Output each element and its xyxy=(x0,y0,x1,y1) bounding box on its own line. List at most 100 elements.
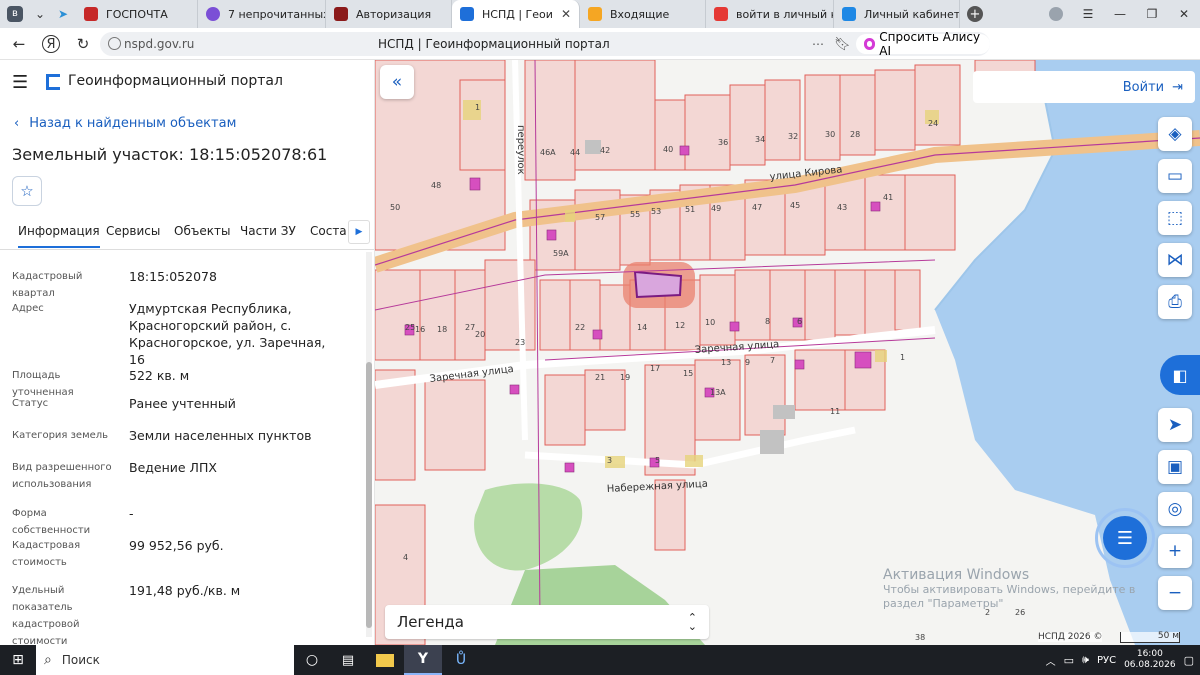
house-number: 53 xyxy=(651,207,661,216)
login-button[interactable]: Войти ⇥ xyxy=(973,71,1195,103)
tab-composition[interactable]: Состав xyxy=(310,224,346,238)
field-value: Земли населенных пунктов xyxy=(129,428,312,443)
close-window-button[interactable]: ✕ xyxy=(1168,0,1200,28)
tab-personal-cabinet[interactable]: Личный кабинет xyxy=(834,0,960,28)
language-indicator[interactable]: РУС xyxy=(1097,655,1116,666)
house-number: 30 xyxy=(825,130,835,139)
tab-label: Личный кабинет xyxy=(864,7,960,21)
tab-services[interactable]: Сервисы xyxy=(106,224,160,238)
feedback-icon: ◧ xyxy=(1172,365,1188,385)
more-icon[interactable]: ⋯ xyxy=(812,37,824,51)
collapse-panel-button[interactable]: « xyxy=(380,65,414,99)
location-pin-button[interactable]: ◎ xyxy=(1158,492,1192,526)
menu-icon: ☰ xyxy=(1082,7,1094,21)
favorite-button[interactable]: ☆ xyxy=(12,176,42,206)
minimize-button[interactable]: — xyxy=(1104,0,1136,28)
house-number: 7 xyxy=(770,356,775,365)
taskbar-search[interactable]: ⌕ Поиск xyxy=(36,645,294,675)
tab-yandex-search[interactable]: войти в личный каб xyxy=(706,0,834,28)
chevron-left-icon: ‹ xyxy=(14,116,20,131)
house-number: 41 xyxy=(883,193,893,202)
house-number: 27 xyxy=(465,323,475,332)
gosuslugi-button[interactable]: ◧ xyxy=(1160,355,1200,395)
cortana-button[interactable]: ○ xyxy=(294,652,330,668)
select-area-button[interactable]: ⬚ xyxy=(1158,201,1192,235)
watermark-title: Активация Windows xyxy=(883,567,1030,583)
circle-icon: ○ xyxy=(305,652,319,668)
print-icon: ⎙ xyxy=(1168,292,1182,312)
close-tab-icon[interactable]: ✕ xyxy=(561,7,571,21)
navigation-arrow-icon: ➤ xyxy=(1167,415,1183,435)
new-tab-button[interactable]: + xyxy=(960,0,990,28)
back-button[interactable]: ← xyxy=(4,29,34,59)
expand-icon: ⌃ ⌄ xyxy=(687,611,697,633)
house-number: 36 xyxy=(718,138,728,147)
browser-menu-button[interactable]: в xyxy=(0,0,30,28)
field-value: 99 952,56 руб. xyxy=(129,538,224,553)
tabs-scroll-right-button[interactable]: ▶ xyxy=(348,220,370,244)
explorer-button[interactable] xyxy=(366,645,404,675)
field-value: 191,48 руб./кв. м xyxy=(129,583,241,598)
chevron-down-icon: ⌄ xyxy=(34,7,46,21)
app-button[interactable]: Ů xyxy=(442,645,480,675)
tab-inbox[interactable]: Входящие xyxy=(580,0,706,28)
chat-button[interactable]: ☰ xyxy=(1095,508,1155,568)
mail-icon xyxy=(588,7,602,21)
yandex-button[interactable]: Я xyxy=(36,29,66,59)
tab-objects[interactable]: Объекты xyxy=(174,224,230,238)
tray-expand-icon[interactable]: ︿ xyxy=(1046,653,1056,668)
tab-nspd[interactable]: НСПД | Геоинфор ✕ xyxy=(452,0,580,28)
url-field[interactable]: nspd.gov.ru НСПД | Геоинформационный пор… xyxy=(100,30,990,58)
reload-button[interactable]: ↻ xyxy=(68,29,98,59)
tab-label: Авторизация xyxy=(356,7,432,21)
lane xyxy=(512,60,528,441)
url-text: nspd.gov.ru xyxy=(124,37,195,51)
cadastral-map[interactable]: 146А 44 42 4036 34 32 30 2824485057 55 53 51 49 47 45… xyxy=(375,60,1200,645)
legend-button[interactable]: Легенда ⌃ ⌄ xyxy=(385,605,709,639)
house-number: 38 xyxy=(915,633,925,642)
map-view[interactable]: 1 46А 44 42 40 36 34 32 30 28 24 48 50 57 55 53 51 49 47 45… xyxy=(375,60,1200,645)
nspd-icon xyxy=(460,7,474,21)
scrollbar-thumb[interactable] xyxy=(366,362,372,628)
tab-messenger[interactable]: 7 непрочитанных ча xyxy=(198,0,326,28)
bookmark-icon[interactable]: 🔖︎ xyxy=(834,37,851,52)
back-link[interactable]: ‹ Назад к найденным объектам xyxy=(14,116,236,131)
yandex-browser-button[interactable]: Y xyxy=(404,645,442,675)
start-button[interactable]: ⊞ xyxy=(0,645,36,675)
window-menu-button[interactable]: ☰ xyxy=(1072,0,1104,28)
print-button[interactable]: ⎙ xyxy=(1158,285,1192,319)
geolocation-button[interactable]: ➤ xyxy=(1158,408,1192,442)
house-number: 10 xyxy=(705,318,715,327)
task-view-button[interactable]: ▤ xyxy=(330,653,366,668)
zoom-out-button[interactable]: − xyxy=(1158,576,1192,610)
restore-button[interactable]: ❐ xyxy=(1136,0,1168,28)
notifications-icon[interactable]: ▢ xyxy=(1184,654,1194,667)
house-number: 13 xyxy=(721,358,731,367)
hamburger-menu-button[interactable]: ☰ xyxy=(12,72,28,93)
volume-icon[interactable]: 🕪︎ xyxy=(1082,653,1089,667)
zoom-in-button[interactable]: + xyxy=(1158,534,1192,568)
network-icon[interactable]: ▭ xyxy=(1064,654,1074,667)
tab-gospochta[interactable]: ГОСПОЧТА xyxy=(76,0,198,28)
house-number: 6 xyxy=(797,317,802,326)
tab-parts[interactable]: Части ЗУ xyxy=(240,224,296,238)
alice-button[interactable]: Спросить Алису AI xyxy=(856,30,990,58)
browser-logo-icon: в xyxy=(7,6,23,22)
tab-authorization[interactable]: Авторизация xyxy=(326,0,452,28)
profile-button[interactable] xyxy=(1040,0,1072,28)
site-info-icon xyxy=(108,37,121,50)
panel-scrollbar[interactable] xyxy=(366,252,372,637)
tab-list-button[interactable]: ⌄ xyxy=(30,0,50,28)
telegram-pinned-tab[interactable]: ➤ xyxy=(50,0,76,28)
picture-in-picture-button[interactable]: ▣ xyxy=(1158,450,1192,484)
yandex-icon: Я xyxy=(42,35,60,53)
field-label: Удельный показатель кадастровой стоимост… xyxy=(12,585,80,645)
clock[interactable]: 16:00 06.08.2026 xyxy=(1124,649,1176,671)
layers-button[interactable]: ◈ xyxy=(1158,117,1192,151)
close-icon: ✕ xyxy=(1178,7,1190,21)
house-number: 48 xyxy=(431,181,441,190)
measure-button[interactable]: ▭ xyxy=(1158,159,1192,193)
share-button[interactable]: ⋈ xyxy=(1158,243,1192,277)
house-number: 9 xyxy=(745,358,750,367)
tab-info[interactable]: Информация xyxy=(18,224,100,248)
